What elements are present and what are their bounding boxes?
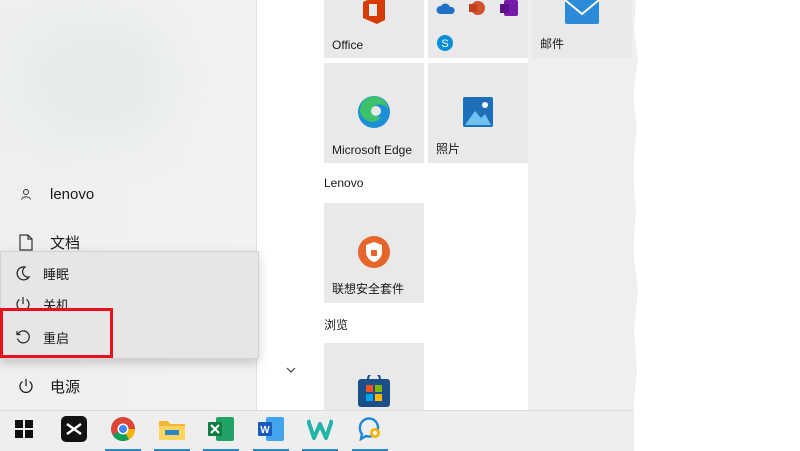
user-name: lenovo bbox=[50, 185, 95, 203]
document-icon bbox=[16, 233, 36, 251]
restart-highlight-annotation bbox=[0, 308, 113, 358]
capcut-button[interactable] bbox=[50, 411, 98, 451]
sleep-option[interactable]: 睡眠 bbox=[1, 258, 258, 288]
office-tile[interactable]: Office bbox=[324, 0, 424, 58]
documents-label: 文档 bbox=[50, 234, 81, 252]
power-label: 电源 bbox=[50, 378, 81, 396]
photos-label: 照片 bbox=[436, 142, 461, 156]
word-icon: W bbox=[258, 416, 284, 446]
taskbar: W bbox=[0, 410, 634, 451]
user-account-item[interactable]: lenovo bbox=[0, 178, 256, 210]
capcut-icon bbox=[61, 415, 87, 447]
lenovo-security-tile[interactable]: 联想安全套件 bbox=[324, 203, 424, 303]
word-button[interactable]: W bbox=[247, 411, 295, 451]
lenovo-security-label: 联想安全套件 bbox=[332, 282, 405, 296]
mail-label: 邮件 bbox=[540, 37, 565, 51]
skype-icon: S bbox=[436, 34, 454, 57]
excel-button[interactable] bbox=[197, 411, 245, 451]
group-label-lenovo: Lenovo bbox=[324, 176, 364, 190]
torn-edge-decoration bbox=[630, 0, 638, 410]
chevron-down-icon[interactable] bbox=[286, 362, 296, 376]
excel-icon bbox=[208, 416, 234, 446]
group-label-browse: 浏览 bbox=[324, 318, 349, 332]
chrome-button[interactable] bbox=[99, 411, 147, 451]
edge-icon bbox=[357, 95, 391, 134]
file-explorer-icon bbox=[159, 418, 185, 445]
chrome-icon bbox=[110, 416, 136, 447]
tile-area-background bbox=[528, 0, 634, 410]
moon-icon bbox=[13, 265, 33, 281]
powerpoint-icon bbox=[468, 0, 486, 21]
store-tile[interactable] bbox=[324, 343, 424, 410]
power-icon bbox=[16, 378, 36, 394]
office-label: Office bbox=[332, 38, 364, 52]
photos-icon bbox=[463, 97, 493, 132]
backdrop-blur bbox=[20, 20, 170, 140]
onenote-icon bbox=[500, 0, 518, 21]
office-icon bbox=[359, 0, 389, 29]
store-icon bbox=[358, 372, 390, 412]
quick-assist-button[interactable] bbox=[346, 411, 394, 451]
user-icon bbox=[16, 188, 36, 200]
edge-tile[interactable]: Microsoft Edge bbox=[324, 63, 424, 163]
svg-text:S: S bbox=[441, 38, 448, 50]
edge-label: Microsoft Edge bbox=[332, 143, 413, 157]
onedrive-icon bbox=[436, 2, 456, 20]
wps-button[interactable] bbox=[296, 411, 344, 451]
windows-start-icon bbox=[15, 419, 33, 443]
file-explorer-button[interactable] bbox=[148, 411, 196, 451]
mail-icon bbox=[564, 0, 600, 29]
wps-icon bbox=[306, 418, 334, 445]
lenovo-security-icon bbox=[357, 235, 391, 274]
power-button[interactable]: 电源 bbox=[0, 370, 256, 402]
sleep-label: 睡眠 bbox=[43, 266, 70, 282]
start-button[interactable] bbox=[0, 411, 48, 451]
svg-text:W: W bbox=[260, 425, 270, 436]
office-apps-tile[interactable]: S bbox=[428, 0, 528, 58]
quick-assist-icon bbox=[357, 416, 383, 446]
mail-tile[interactable]: 邮件 bbox=[532, 0, 632, 58]
photos-tile[interactable]: 照片 bbox=[428, 63, 528, 163]
